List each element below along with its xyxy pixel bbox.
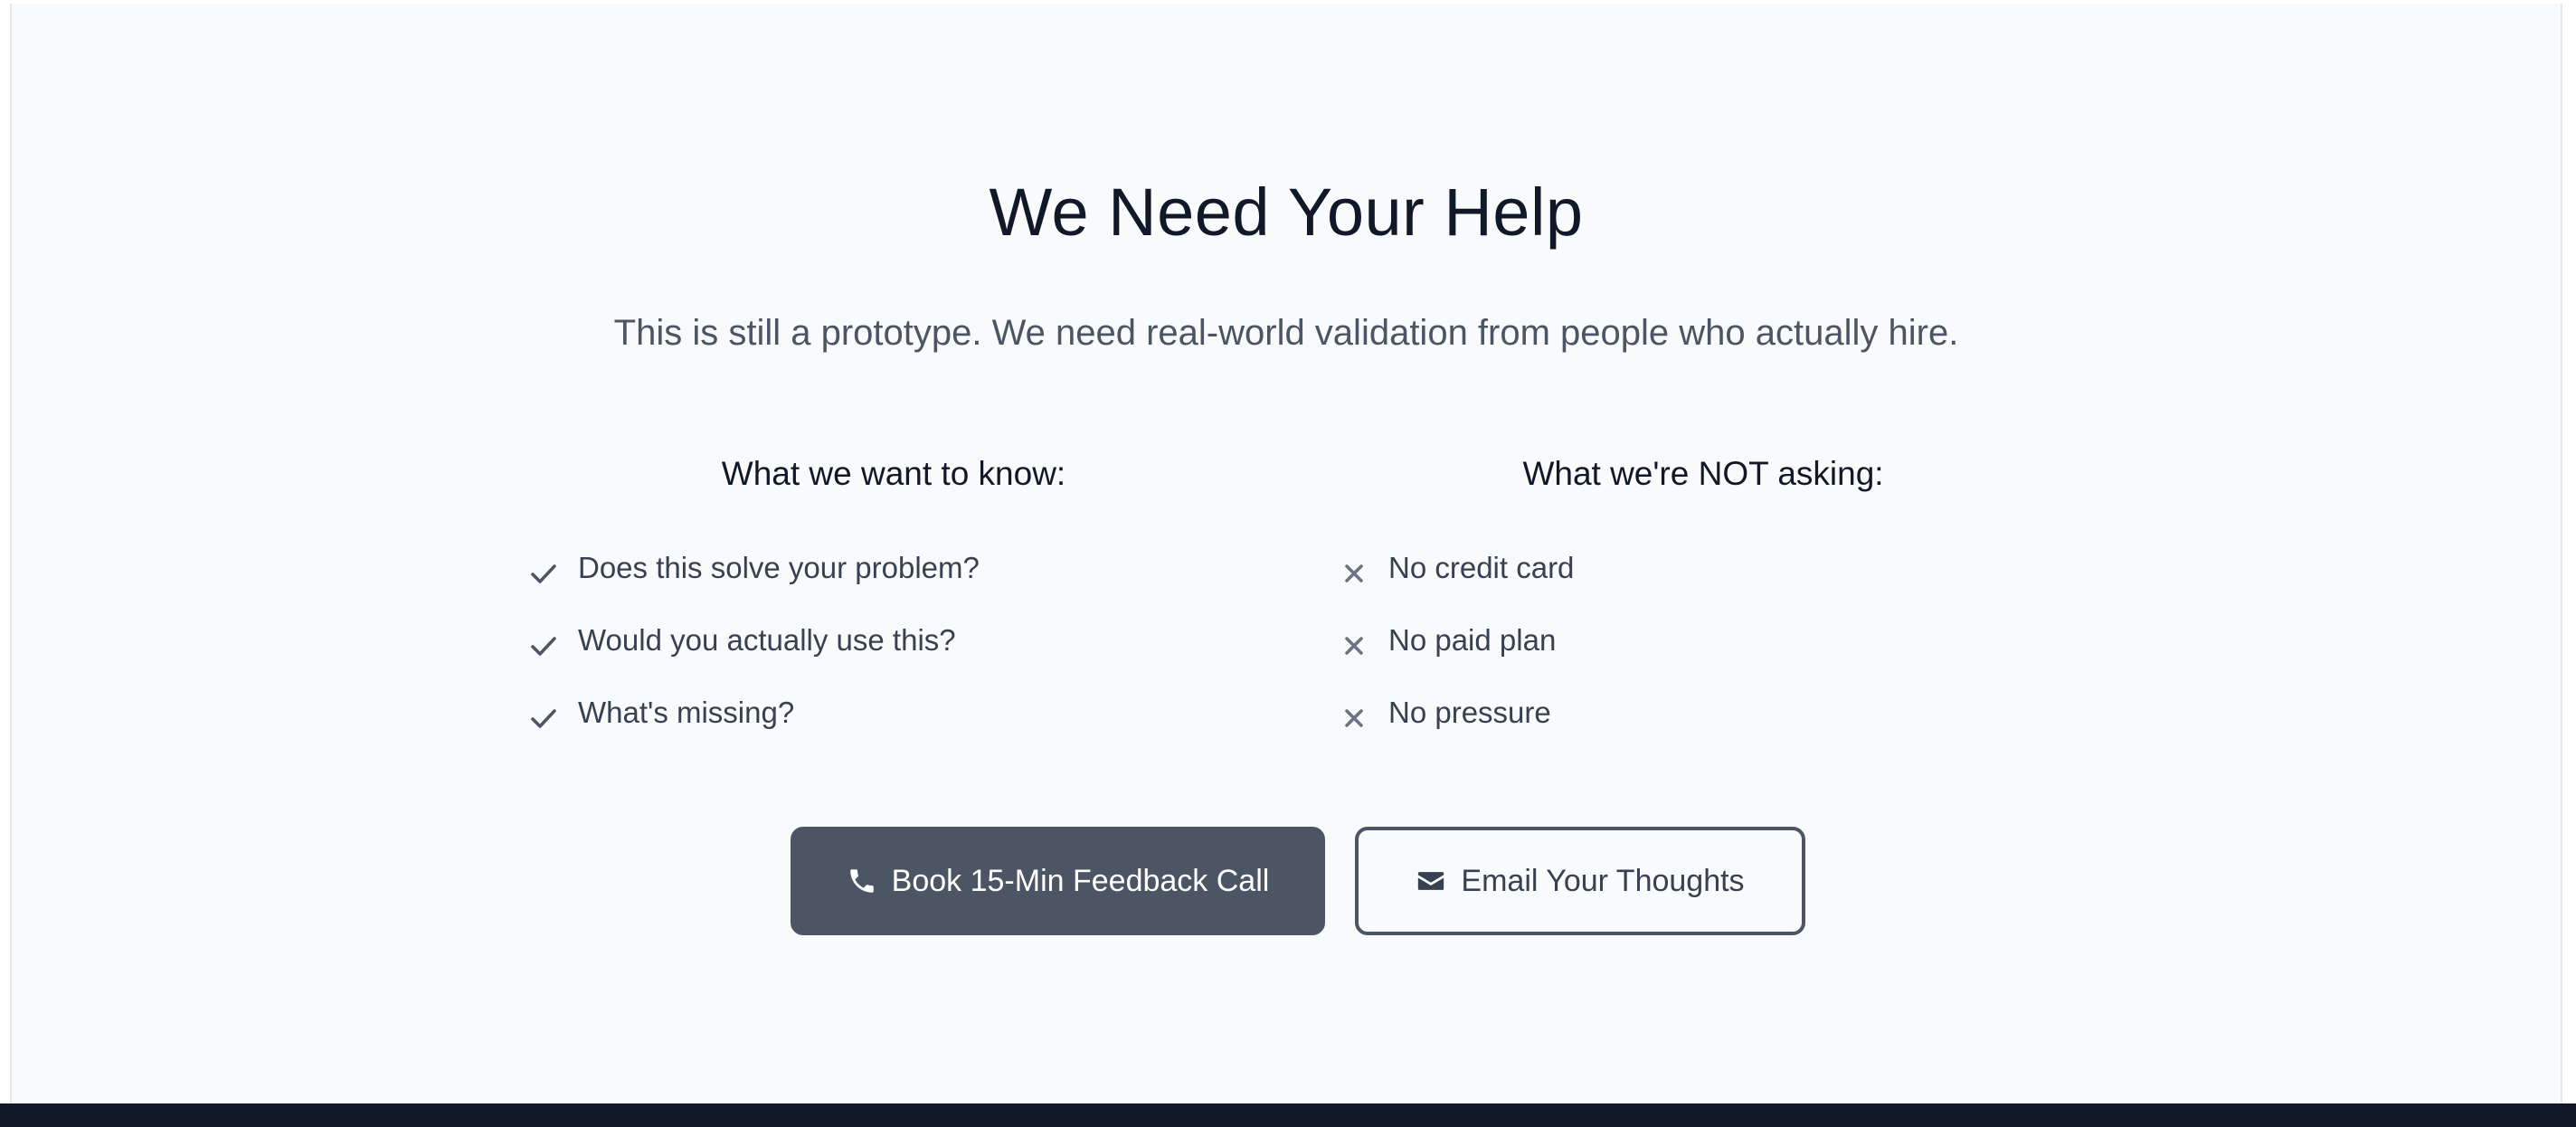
feedback-section: We Need Your Help This is still a protot… bbox=[10, 4, 2562, 1127]
check-icon bbox=[529, 704, 558, 733]
x-icon bbox=[1340, 631, 1368, 660]
list-item: What's missing? bbox=[529, 691, 980, 734]
not-asking-list: No credit card No paid plan No pressure bbox=[1340, 546, 1574, 763]
list-item: Does this solve your problem? bbox=[529, 546, 980, 590]
email-thoughts-label: Email Your Thoughts bbox=[1461, 863, 1745, 898]
phone-icon bbox=[847, 866, 877, 896]
list-item-label: No pressure bbox=[1388, 696, 1551, 729]
x-icon bbox=[1340, 559, 1368, 588]
list-item-label: Would you actually use this? bbox=[578, 623, 956, 657]
want-to-know-heading: What we want to know: bbox=[721, 455, 1066, 492]
list-item-label: What's missing? bbox=[578, 696, 795, 729]
section-subtitle: This is still a prototype. We need real-… bbox=[613, 313, 1959, 353]
email-thoughts-button[interactable]: Email Your Thoughts bbox=[1355, 827, 1805, 935]
list-item: No credit card bbox=[1340, 546, 1574, 590]
book-feedback-call-label: Book 15-Min Feedback Call bbox=[891, 863, 1270, 898]
list-item-label: No credit card bbox=[1388, 551, 1575, 584]
list-item: No pressure bbox=[1340, 691, 1574, 734]
footer-bar bbox=[0, 1103, 2576, 1127]
envelope-icon bbox=[1416, 866, 1446, 896]
x-icon bbox=[1340, 704, 1368, 733]
not-asking-heading: What we're NOT asking: bbox=[1522, 455, 1884, 492]
list-item-label: Does this solve your problem? bbox=[578, 551, 980, 584]
list-item-label: No paid plan bbox=[1388, 623, 1557, 657]
book-feedback-call-button[interactable]: Book 15-Min Feedback Call bbox=[791, 827, 1325, 935]
want-to-know-list: Does this solve your problem? Would you … bbox=[529, 546, 980, 763]
check-icon bbox=[529, 631, 558, 660]
list-item: No paid plan bbox=[1340, 619, 1574, 662]
list-item: Would you actually use this? bbox=[529, 619, 980, 662]
page-title: We Need Your Help bbox=[989, 175, 1584, 250]
check-icon bbox=[529, 559, 558, 588]
